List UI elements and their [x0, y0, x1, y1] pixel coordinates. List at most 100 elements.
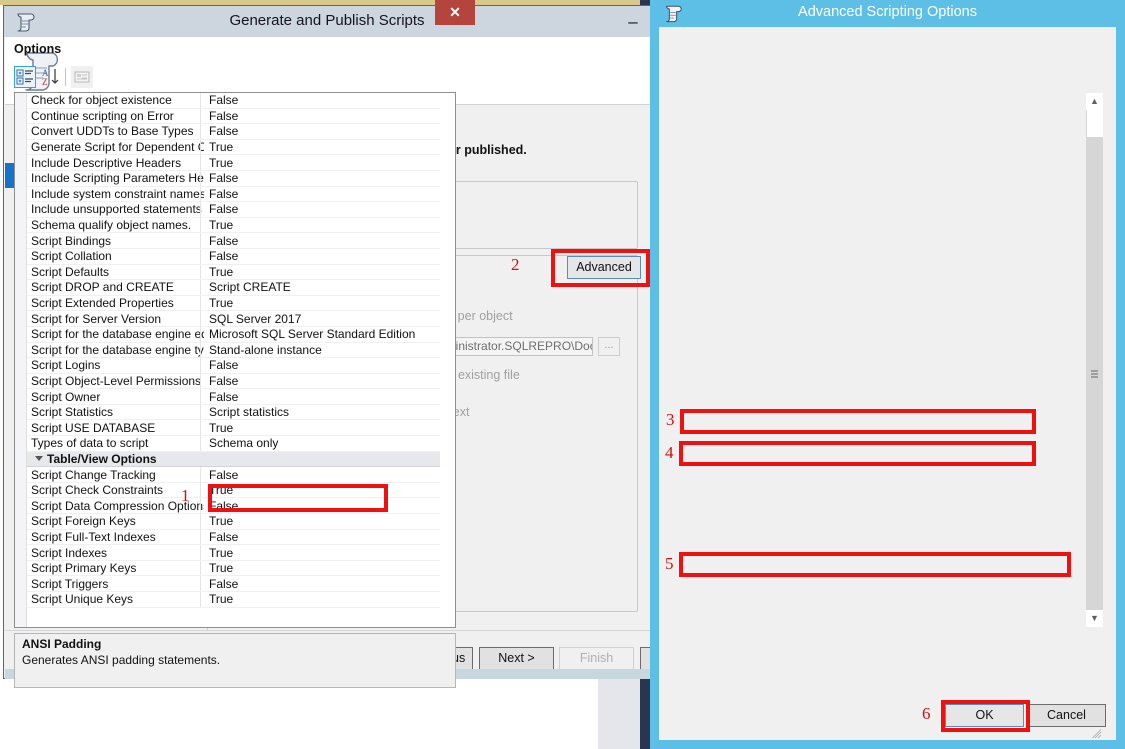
property-value[interactable]: False [204, 374, 238, 388]
minimize-button[interactable]: – [622, 11, 644, 33]
advanced-cancel-button[interactable]: Cancel [1027, 704, 1106, 727]
property-row[interactable]: Check for object existenceFalse [27, 93, 440, 109]
property-row[interactable]: Script DROP and CREATEScript CREATE [27, 280, 440, 296]
property-value[interactable]: False [204, 577, 238, 591]
property-value[interactable]: False [204, 390, 238, 404]
property-row[interactable]: Script CollationFalse [27, 249, 440, 265]
property-column-splitter[interactable] [200, 155, 201, 170]
property-row[interactable]: Script OwnerFalse [27, 389, 440, 405]
property-value[interactable]: True [204, 265, 233, 279]
property-row[interactable]: Script TriggersFalse [27, 576, 440, 592]
property-column-splitter[interactable] [200, 202, 201, 217]
property-value[interactable]: False [204, 109, 238, 123]
property-row[interactable]: Script Primary KeysTrue [27, 561, 440, 577]
property-row[interactable]: Script for the database engine typeStand… [27, 343, 440, 359]
property-row[interactable]: Include unsupported statementsFalse [27, 202, 440, 218]
property-value[interactable]: True [204, 592, 233, 606]
property-row[interactable]: Script Extended PropertiesTrue [27, 296, 440, 312]
categorized-view-icon[interactable] [14, 66, 36, 88]
property-column-splitter[interactable] [200, 171, 201, 186]
property-column-splitter[interactable] [200, 592, 201, 607]
property-value[interactable]: True [204, 561, 233, 575]
property-column-splitter[interactable] [200, 296, 201, 311]
property-column-splitter[interactable] [200, 374, 201, 389]
property-row[interactable]: Convert UDDTs to Base TypesFalse [27, 124, 440, 140]
property-row[interactable]: Script LoginsFalse [27, 358, 440, 374]
property-row[interactable]: Script IndexesTrue [27, 545, 440, 561]
property-group-row[interactable]: Table/View Options [27, 452, 440, 468]
property-value[interactable]: True [204, 296, 233, 310]
property-column-splitter[interactable] [200, 405, 201, 420]
property-column-splitter[interactable] [200, 389, 201, 404]
property-value[interactable]: True [204, 140, 233, 154]
resize-grip-icon[interactable] [1092, 728, 1102, 738]
property-value[interactable]: Schema only [204, 436, 278, 450]
property-value[interactable]: Microsoft SQL Server Standard Edition [204, 327, 415, 341]
options-property-grid[interactable]: Check for object existenceFalseContinue … [14, 92, 456, 628]
property-column-splitter[interactable] [200, 545, 201, 560]
property-value[interactable]: True [204, 218, 233, 232]
property-column-splitter[interactable] [200, 140, 201, 155]
property-row[interactable]: Script USE DATABASETrue [27, 420, 440, 436]
property-value[interactable]: True [204, 514, 233, 528]
property-row[interactable]: Script for Server VersionSQL Server 2017 [27, 311, 440, 327]
property-value[interactable]: True [204, 156, 233, 170]
property-column-splitter[interactable] [200, 530, 201, 545]
property-column-splitter[interactable] [200, 280, 201, 295]
property-value[interactable]: False [204, 530, 238, 544]
property-column-splitter[interactable] [200, 218, 201, 233]
property-value[interactable]: False [204, 468, 238, 482]
property-row[interactable]: Script Full-Text IndexesFalse [27, 530, 440, 546]
scroll-down-arrow-icon[interactable]: ▼ [1086, 610, 1103, 627]
wizard-title-bar[interactable]: Generate and Publish Scripts – [4, 6, 650, 37]
property-value[interactable]: False [204, 124, 238, 138]
property-value[interactable]: False [204, 358, 238, 372]
property-column-splitter[interactable] [200, 343, 201, 358]
property-column-splitter[interactable] [200, 436, 201, 451]
property-value[interactable]: True [204, 421, 233, 435]
close-button[interactable]: ✕ [435, 0, 475, 25]
property-row[interactable]: Script Object-Level PermissionsFalse [27, 374, 440, 390]
advanced-title-bar[interactable]: Advanced Scripting Options [650, 0, 1125, 27]
property-value[interactable]: True [204, 546, 233, 560]
property-column-splitter[interactable] [200, 467, 201, 482]
property-column-splitter[interactable] [200, 93, 201, 108]
alphabetical-sort-icon[interactable]: A Z [40, 66, 62, 88]
property-value[interactable]: False [204, 171, 238, 185]
property-row[interactable]: Script BindingsFalse [27, 233, 440, 249]
property-value[interactable]: False [204, 93, 238, 107]
property-row[interactable]: Continue scripting on ErrorFalse [27, 109, 440, 125]
property-column-splitter[interactable] [200, 311, 201, 326]
scroll-up-arrow-icon[interactable]: ▲ [1086, 93, 1103, 110]
property-row[interactable]: Script for the database engine editionMi… [27, 327, 440, 343]
property-value[interactable]: False [204, 187, 238, 201]
property-row[interactable]: Script Unique KeysTrue [27, 592, 440, 608]
property-column-splitter[interactable] [200, 576, 201, 591]
property-column-splitter[interactable] [200, 109, 201, 124]
property-row[interactable]: Script Foreign KeysTrue [27, 514, 440, 530]
property-row[interactable]: Include Descriptive HeadersTrue [27, 155, 440, 171]
expander-triangle-icon[interactable] [35, 456, 43, 461]
property-value[interactable]: False [204, 249, 238, 263]
property-value[interactable]: Stand-alone instance [204, 343, 322, 357]
property-column-splitter[interactable] [200, 498, 201, 513]
property-row[interactable]: Generate Script for Dependent ObjectsTru… [27, 140, 440, 156]
property-value[interactable]: SQL Server 2017 [204, 312, 301, 326]
property-row[interactable]: Script Change TrackingFalse [27, 467, 440, 483]
property-row[interactable]: Schema qualify object names.True [27, 218, 440, 234]
property-column-splitter[interactable] [200, 561, 201, 576]
browse-button[interactable]: ... [598, 337, 620, 356]
property-column-splitter[interactable] [200, 420, 201, 435]
property-row[interactable]: Script StatisticsScript statistics [27, 405, 440, 421]
property-column-splitter[interactable] [200, 124, 201, 139]
property-column-splitter[interactable] [200, 327, 201, 342]
property-value[interactable]: False [204, 234, 238, 248]
property-column-splitter[interactable] [200, 265, 201, 280]
property-value[interactable]: False [204, 202, 238, 216]
property-row[interactable]: Include Scripting Parameters HeaderFalse [27, 171, 440, 187]
property-column-splitter[interactable] [200, 483, 201, 498]
property-column-splitter[interactable] [200, 233, 201, 248]
property-value[interactable]: Script statistics [204, 405, 289, 419]
property-column-splitter[interactable] [200, 514, 201, 529]
next-button[interactable]: Next > [479, 647, 554, 670]
